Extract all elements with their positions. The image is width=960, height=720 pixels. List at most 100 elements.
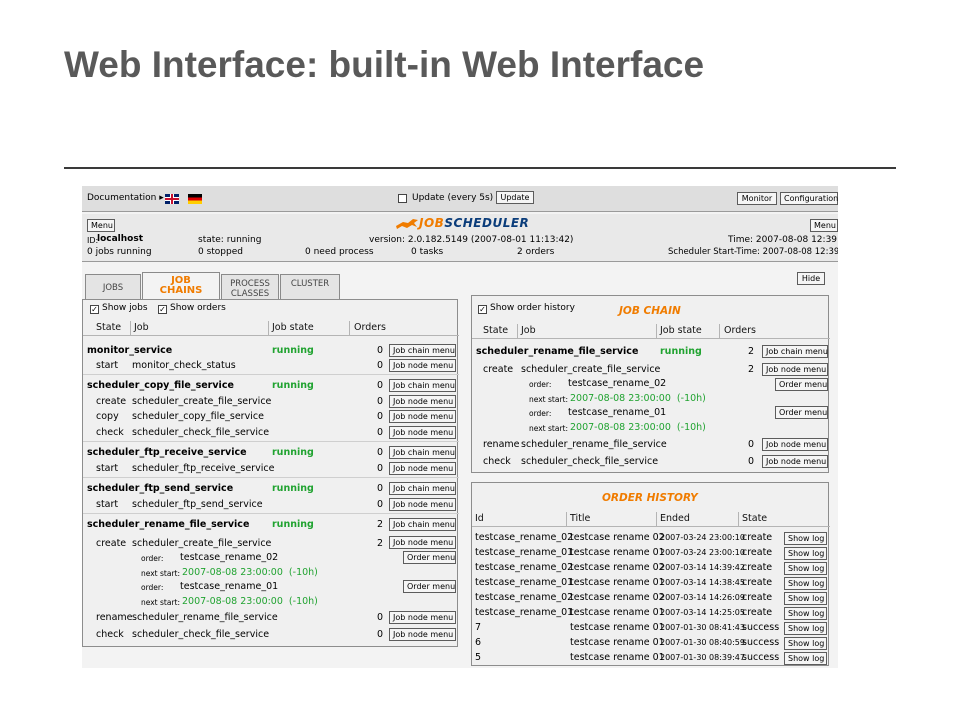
chain-name[interactable]: scheduler_copy_file_service [87,380,234,391]
show-jobs-checkbox[interactable]: ✓ [90,305,99,314]
col-state: State [742,513,768,524]
show-log-button[interactable]: Show log [784,562,827,575]
node-job[interactable]: scheduler_ftp_receive_service [132,463,274,474]
show-log-button[interactable]: Show log [784,532,827,545]
history-title: testcase rename 01 [570,622,665,633]
tab-jobs[interactable]: JOBS [85,274,141,301]
node-job[interactable]: scheduler_create_file_service [132,396,271,407]
table-row: testcase_rename_02 testcase rename 02 20… [472,532,830,547]
chain-separator [83,477,459,478]
order-id[interactable]: testcase_rename_01 [568,407,666,418]
node-job[interactable]: scheduler_check_file_service [132,629,269,640]
show-log-button[interactable]: Show log [784,622,827,635]
order-id[interactable]: testcase_rename_02 [180,552,278,563]
show-log-button[interactable]: Show log [784,607,827,620]
tab-job-chains[interactable]: JOB CHAINS [142,272,220,301]
node-job[interactable]: scheduler_create_file_service [132,538,271,549]
node-state: create [96,396,127,407]
configuration-button[interactable]: Configuration [780,192,838,205]
job-node-menu-button[interactable]: Job node menu [389,410,456,423]
logo-text: JOBSCHEDULER [419,216,529,230]
show-orders-label: Show orders [170,303,226,313]
chain-name[interactable]: scheduler_ftp_receive_service [87,447,247,458]
job-node-menu-button[interactable]: Job node menu [389,359,456,372]
title-divider [64,167,896,169]
job-chain-menu-button[interactable]: Job chain menu [389,446,456,459]
show-orders-checkbox[interactable]: ✓ [158,305,167,314]
table-row: 6 testcase rename 01 2007-01-30 08:40:59… [472,637,830,652]
history-state: create [742,532,773,543]
chain-name[interactable]: scheduler_ftp_send_service [87,483,233,494]
job-node-menu-button[interactable]: Job node menu [762,438,828,451]
job-chain-menu-button[interactable]: Job chain menu [389,379,456,392]
show-log-button[interactable]: Show log [784,547,827,560]
tab-process-classes[interactable]: PROCESS CLASSES [221,274,279,301]
history-title: testcase rename 01 [570,577,665,588]
history-id: testcase_rename_02 [475,562,574,573]
tab-job-chains-label-2: CHAINS [159,285,203,296]
col-job: Job [521,325,536,336]
job-chain-menu-button[interactable]: Job chain menu [389,518,456,531]
show-log-button[interactable]: Show log [784,577,827,590]
tab-cluster[interactable]: CLUSTER [280,274,340,301]
table-row: 7 testcase rename 01 2007-01-30 08:41:43… [472,622,830,637]
job-node-menu-button[interactable]: Job node menu [762,363,828,376]
node-job[interactable]: scheduler_copy_file_service [132,411,264,422]
top-toolbar: Documentation ▸ Update (every 5s) Update… [82,186,838,212]
order-id[interactable]: testcase_rename_02 [568,378,666,389]
uk-flag-icon[interactable] [165,194,179,204]
next-start-label: next start: [141,598,180,607]
node-job[interactable]: scheduler_rename_file_service [132,612,278,623]
next-start-value: 2007-08-08 23:00:00 (-10h) [182,596,318,607]
chain-name[interactable]: monitor_service [87,345,172,356]
node-job[interactable]: scheduler_check_file_service [132,427,269,438]
job-node-menu-button[interactable]: Job node menu [389,395,456,408]
chain-name[interactable]: scheduler_rename_file_service [476,346,638,357]
node-job[interactable]: scheduler_create_file_service [521,364,660,375]
node-job[interactable]: scheduler_ftp_send_service [132,499,263,510]
update-button[interactable]: Update [496,191,534,204]
node-job[interactable]: scheduler_rename_file_service [521,439,667,450]
node-state: start [96,499,119,510]
node-job[interactable]: monitor_check_status [132,360,236,371]
chain-orders: 0 [377,483,384,494]
scheduler-state: state: running [198,235,262,245]
german-flag-icon[interactable] [188,194,202,204]
job-node-menu-button[interactable]: Job node menu [389,426,456,439]
job-chain-menu-button[interactable]: Job chain menu [762,345,828,358]
job-node-menu-button[interactable]: Job node menu [389,498,456,511]
node-orders: 0 [377,427,384,438]
menu-button-left[interactable]: Menu [87,219,115,232]
history-ended: 2007-03-14 14:38:45 [660,578,745,587]
monitor-button[interactable]: Monitor [737,192,777,205]
job-node-menu-button[interactable]: Job node menu [762,455,828,468]
history-title: testcase rename 02 [570,592,665,603]
job-node-menu-button[interactable]: Job node menu [389,462,456,475]
update-checkbox[interactable] [398,194,407,203]
show-log-button[interactable]: Show log [784,637,827,650]
history-state: create [742,562,773,573]
job-chain-menu-button[interactable]: Job chain menu [389,344,456,357]
order-menu-button[interactable]: Order menu [403,551,456,564]
documentation-link[interactable]: Documentation ▸ [87,193,164,203]
show-log-button[interactable]: Show log [784,652,827,665]
table-row: 5 testcase rename 01 2007-01-30 08:39:47… [472,652,830,667]
menu-button-right[interactable]: Menu [810,219,838,232]
job-node-menu-button[interactable]: Job node menu [389,611,456,624]
job-chain-menu-button[interactable]: Job chain menu [389,482,456,495]
show-jobs-label: Show jobs [102,303,148,313]
order-menu-button[interactable]: Order menu [775,378,828,391]
chain-name[interactable]: scheduler_rename_file_service [87,519,249,530]
order-menu-button[interactable]: Order menu [403,580,456,593]
order-id[interactable]: testcase_rename_01 [180,581,278,592]
show-log-button[interactable]: Show log [784,592,827,605]
node-job[interactable]: scheduler_check_file_service [521,456,658,467]
node-orders: 0 [748,456,755,467]
hide-button[interactable]: Hide [797,272,825,285]
order-menu-button[interactable]: Order menu [775,406,828,419]
show-history-checkbox[interactable]: ✓ [478,305,487,314]
history-title: testcase rename 01 [570,607,665,618]
job-node-menu-button[interactable]: Job node menu [389,628,456,641]
job-node-menu-button[interactable]: Job node menu [389,536,456,549]
col-divider-1 [130,321,131,335]
